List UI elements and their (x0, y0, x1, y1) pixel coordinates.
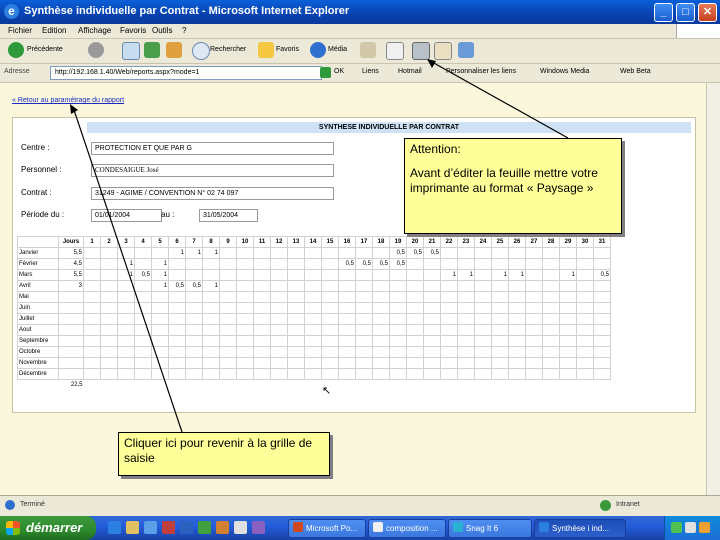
arrow-to-print (431, 61, 569, 139)
intranet-icon (600, 500, 611, 511)
attention-body: Avant d’éditer la feuille mettre votre i… (410, 166, 598, 195)
tray-volume-icon[interactable] (685, 522, 696, 533)
start-label: démarrer (26, 520, 83, 535)
quicklaunch-misc-icon[interactable] (252, 521, 265, 534)
status-bar: Terminé Intranet (0, 495, 720, 516)
quicklaunch-media-icon[interactable] (144, 521, 157, 534)
attention-title: Attention: (410, 142, 461, 156)
arrow-head-back (70, 104, 78, 114)
back-hint-callout: Cliquer ici pour revenir à la grille de … (118, 432, 330, 476)
system-tray (664, 516, 720, 540)
callout-arrows (70, 59, 569, 433)
windows-flag-icon (6, 521, 20, 535)
page-done-icon (5, 500, 15, 510)
status-text: Terminé (20, 501, 45, 508)
task-synthese[interactable]: Synthèse i ind... (534, 519, 626, 538)
quicklaunch-folder-icon[interactable] (216, 521, 229, 534)
snagit-icon (453, 522, 463, 532)
tray-network-icon[interactable] (671, 522, 682, 533)
quicklaunch-word-icon[interactable] (180, 521, 193, 534)
quicklaunch-ie-icon[interactable] (108, 521, 121, 534)
tray-app-icon[interactable] (699, 522, 710, 533)
ie-task-icon (539, 522, 549, 532)
quicklaunch-app-icon[interactable] (162, 521, 175, 534)
arrow-to-back-link (73, 109, 183, 433)
attention-callout: Attention: Avant d’éditer la feuille met… (404, 138, 622, 234)
document-icon (373, 522, 383, 532)
task-snagit[interactable]: Snag It 6 (448, 519, 532, 538)
quicklaunch-mail-icon[interactable] (234, 521, 247, 534)
quicklaunch-excel-icon[interactable] (198, 521, 211, 534)
task-powerpoint[interactable]: Microsoft Po... (288, 519, 366, 538)
task-composition[interactable]: composition ... (368, 519, 446, 538)
zone-text: Intranet (616, 501, 640, 508)
start-button[interactable]: démarrer (0, 516, 96, 540)
back-hint-text: Cliquer ici pour revenir à la grille de … (124, 436, 313, 465)
taskbar: démarrer Microsoft Po... composition ...… (0, 516, 720, 540)
quicklaunch-desktop-icon[interactable] (126, 521, 139, 534)
powerpoint-icon (293, 522, 303, 532)
